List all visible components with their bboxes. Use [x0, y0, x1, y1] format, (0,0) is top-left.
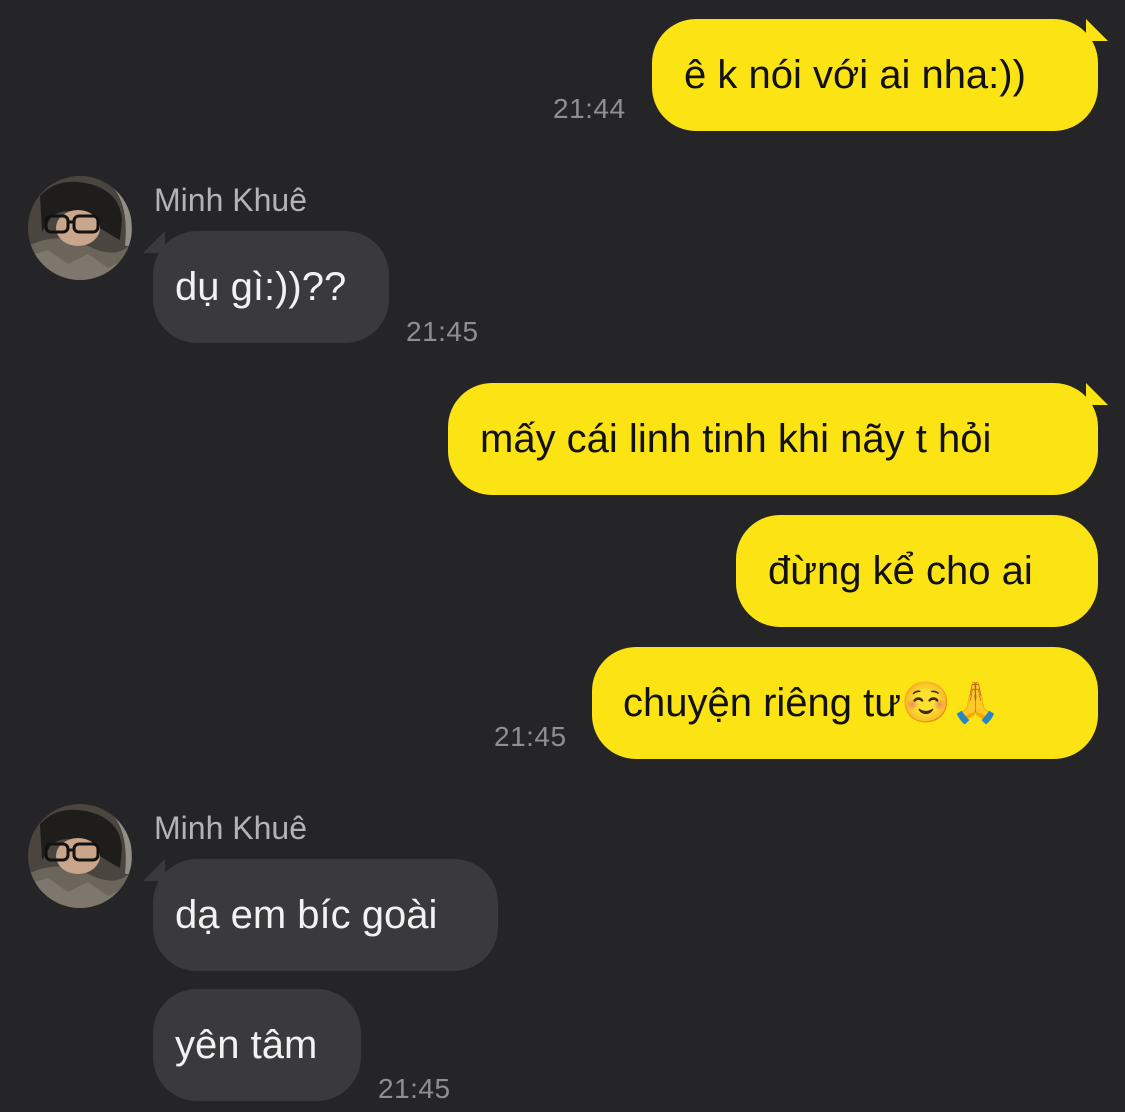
sender-name: Minh Khuê — [154, 182, 307, 218]
message-timestamp: 21:45 — [406, 316, 479, 347]
incoming-message-bubble[interactable]: dạ em bíc goài — [143, 859, 498, 971]
sender-name: Minh Khuê — [154, 810, 307, 846]
message-text: chuyện riêng tư☺️🙏 — [623, 681, 1001, 725]
incoming-message-bubble[interactable]: dụ gì:))?? — [143, 231, 389, 343]
sender-avatar[interactable] — [28, 804, 132, 908]
message-text: mấy cái linh tinh khi nãy t hỏi — [480, 417, 992, 461]
user-avatar-photo-icon — [28, 176, 132, 280]
chat-thread: ê k nói với ai nha:)) 21:44 Minh Khuê dụ… — [0, 0, 1125, 1112]
message-text: dụ gì:))?? — [175, 265, 347, 309]
message-text: đừng kể cho ai — [768, 549, 1033, 593]
message-text: yên tâm — [175, 1023, 318, 1067]
message-timestamp: 21:45 — [494, 721, 567, 752]
outgoing-message-bubble[interactable]: chuyện riêng tư☺️🙏 — [592, 647, 1098, 759]
message-timestamp: 21:44 — [553, 93, 626, 124]
outgoing-message-bubble[interactable]: ê k nói với ai nha:)) — [652, 19, 1108, 131]
message-text: dạ em bíc goài — [175, 893, 438, 937]
bubble-tail — [143, 231, 165, 253]
bubble-tail — [1086, 383, 1108, 405]
outgoing-message-bubble[interactable]: đừng kể cho ai — [736, 515, 1098, 627]
user-avatar-photo-icon — [28, 804, 132, 908]
incoming-message-bubble[interactable]: yên tâm — [153, 989, 361, 1101]
bubble-tail — [143, 859, 165, 881]
message-timestamp: 21:45 — [378, 1073, 451, 1104]
message-text: ê k nói với ai nha:)) — [684, 53, 1026, 97]
bubble-tail — [1086, 19, 1108, 41]
outgoing-message-bubble[interactable]: mấy cái linh tinh khi nãy t hỏi — [448, 383, 1108, 495]
sender-avatar[interactable] — [28, 176, 132, 280]
